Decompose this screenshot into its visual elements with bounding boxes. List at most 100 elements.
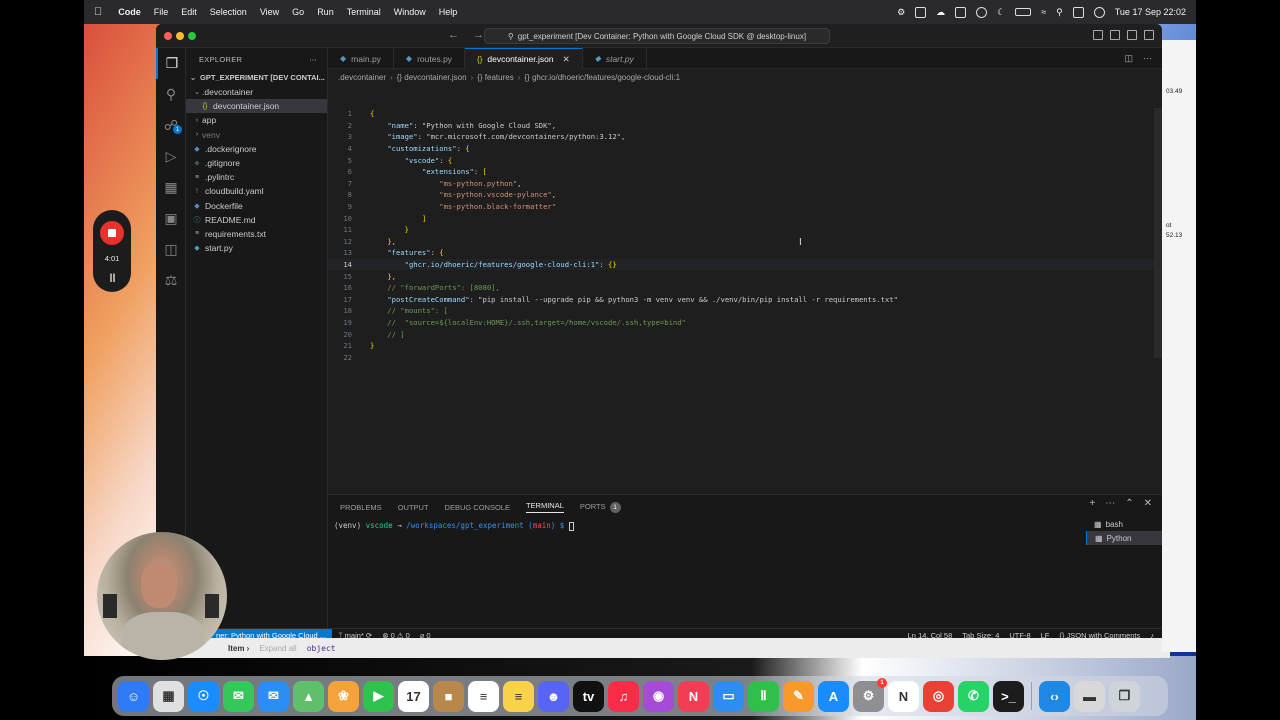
more-actions-icon[interactable]: ⋯	[1105, 498, 1115, 509]
tree-file-dockerfile[interactable]: ◆ Dockerfile	[186, 199, 327, 213]
code-line[interactable]: 11 }	[328, 224, 1162, 236]
toggle-secondary-sidebar-icon[interactable]	[1127, 30, 1137, 40]
tab-terminal[interactable]: TERMINAL	[525, 501, 564, 513]
dropbox-status-icon[interactable]	[915, 6, 927, 18]
menu-app-name[interactable]: Code	[118, 7, 141, 17]
tree-file-cloudbuild[interactable]: ! cloudbuild.yaml	[186, 184, 327, 198]
back-arrow-icon[interactable]: ←	[448, 29, 459, 41]
cloud-status-icon[interactable]: ☁	[936, 7, 945, 18]
tab-start-py[interactable]: ◆ start.py	[583, 48, 647, 69]
close-tab-icon[interactable]: ✕	[563, 54, 570, 65]
dock-terminal-icon[interactable]: >_	[993, 680, 1024, 712]
dock-safari-icon[interactable]: ☉	[188, 680, 219, 712]
code-editor[interactable]: 1{2 "name": "Python with Google Cloud SD…	[328, 108, 1162, 363]
code-line[interactable]: 19 // "source=${localEnv:HOME}/.ssh,targ…	[328, 317, 1162, 329]
containers-icon[interactable]: ◫	[156, 234, 186, 265]
tree-file-start-py[interactable]: ◆ start.py	[186, 241, 327, 255]
dock-launchpad-icon[interactable]: ▦	[153, 680, 184, 712]
dock-scanner-icon[interactable]: ▬	[1074, 680, 1105, 712]
dock-app-store-icon[interactable]: A	[818, 680, 849, 712]
clock[interactable]: Tue 17 Sep 22:02	[1115, 7, 1186, 17]
tree-file-requirements[interactable]: ≡ requirements.txt	[186, 227, 327, 241]
dock-mail-icon[interactable]: ✉	[258, 680, 289, 712]
menu-file[interactable]: File	[154, 7, 169, 17]
customize-layout-icon[interactable]	[1144, 30, 1154, 40]
user-icon[interactable]	[1093, 6, 1105, 18]
tab-debug-console[interactable]: DEBUG CONSOLE	[445, 503, 510, 512]
extensions-icon[interactable]: ▦	[156, 172, 186, 203]
code-line[interactable]: 3 "image": "mcr.microsoft.com/devcontain…	[328, 131, 1162, 143]
dock-messages-icon[interactable]: ✉	[223, 680, 254, 712]
source-control-icon[interactable]: ☍ 1	[156, 110, 186, 141]
forward-arrow-icon[interactable]: →	[473, 29, 484, 41]
dock-pages-icon[interactable]: ✎	[783, 680, 814, 712]
split-editor-icon[interactable]: ◫	[1124, 53, 1133, 64]
menu-edit[interactable]: Edit	[181, 7, 197, 17]
dock-reminders-icon[interactable]: ≡	[468, 680, 499, 712]
code-line[interactable]: 17 "postCreateCommand": "pip install --u…	[328, 294, 1162, 306]
dock-music-icon[interactable]: ♫	[608, 680, 639, 712]
tree-file-gitignore[interactable]: ◆ .gitignore	[186, 156, 327, 170]
dock-apple-tv-icon[interactable]: tv	[573, 680, 604, 712]
battery-icon[interactable]	[1015, 8, 1032, 16]
dock-trash-icon[interactable]: ❒	[1109, 680, 1140, 712]
dock-podcasts-icon[interactable]: ◉	[643, 680, 674, 712]
dock-system-settings-icon[interactable]: ⚙ 1	[853, 677, 887, 712]
code-line[interactable]: 7 "ms-python.python",	[328, 178, 1162, 190]
terminal-item-python[interactable]: ▦ Python	[1086, 531, 1162, 545]
dock-notes-icon[interactable]: ≡	[503, 680, 534, 712]
dock-notes-brown-icon[interactable]: ■	[433, 680, 464, 712]
remote-explorer-icon[interactable]: ▣	[156, 203, 186, 234]
tab-devcontainer-json[interactable]: {} devcontainer.json ✕	[465, 48, 583, 69]
dock-discord-icon[interactable]: ☻	[538, 680, 569, 712]
more-actions-icon[interactable]: ⋯	[309, 55, 317, 64]
dock-news-icon[interactable]: N	[678, 680, 709, 712]
tab-problems[interactable]: PROBLEMS	[340, 503, 382, 512]
menu-terminal[interactable]: Terminal	[347, 7, 381, 17]
code-line[interactable]: 14 "ghcr.io/dhoeric/features/google-clou…	[328, 258, 1162, 271]
code-line[interactable]: 2 "name": "Python with Google Cloud SDK"…	[328, 120, 1162, 132]
breadcrumb-item[interactable]: {} ghcr.io/dhoeric/features/google-cloud…	[524, 73, 680, 82]
command-center[interactable]: ⚲ gpt_experiment [Dev Container: Python …	[484, 28, 830, 44]
workspace-root[interactable]: ⌄ GPT_EXPERIMENT [DEV CONTAI...	[186, 70, 327, 85]
search-view-icon[interactable]: ⚲	[156, 79, 186, 110]
dock-whatsapp-icon[interactable]: ✆	[958, 680, 989, 712]
notion-status-icon[interactable]	[955, 6, 967, 18]
code-line[interactable]: 9 "ms-python.black-formatter"	[328, 201, 1162, 213]
dock-maps-icon[interactable]: ▲	[293, 680, 324, 712]
tree-folder-app[interactable]: › app	[186, 113, 327, 127]
wifi-icon[interactable]: ≈	[1041, 7, 1046, 17]
dock-chrome-icon[interactable]: ◎	[923, 680, 954, 712]
code-line[interactable]: 15 },	[328, 270, 1162, 282]
dock-notion-icon[interactable]: N	[888, 680, 919, 712]
menu-help[interactable]: Help	[439, 7, 458, 17]
menu-go[interactable]: Go	[292, 7, 304, 17]
explorer-icon[interactable]: ❐	[156, 48, 186, 79]
dock-calendar-icon[interactable]: 17	[398, 680, 429, 712]
close-window-button[interactable]	[164, 32, 172, 40]
tab-routes-py[interactable]: ◆ routes.py	[394, 48, 466, 69]
code-line[interactable]: 12 },	[328, 236, 1162, 248]
moon-icon[interactable]: ☾	[997, 7, 1005, 18]
toggle-panel-icon[interactable]	[1110, 30, 1120, 40]
code-line[interactable]: 1{	[328, 108, 1162, 120]
tree-file-dockerignore[interactable]: ◆ .dockerignore	[186, 142, 327, 156]
dock-finder-icon[interactable]: ☺	[118, 680, 149, 712]
menu-run[interactable]: Run	[317, 7, 334, 17]
tree-file-readme[interactable]: ⓘ README.md	[186, 213, 327, 227]
code-line[interactable]: 8 "ms-python.vscode-pylance",	[328, 189, 1162, 201]
menu-view[interactable]: View	[260, 7, 279, 17]
code-line[interactable]: 4 "customizations": {	[328, 143, 1162, 155]
apple-icon[interactable]: 	[94, 6, 102, 18]
code-line[interactable]: 6 "extensions": [	[328, 166, 1162, 178]
dock-numbers-icon[interactable]: Ⅱ	[748, 680, 779, 712]
code-line[interactable]: 18 // "mounts": [	[328, 305, 1162, 317]
tab-output[interactable]: OUTPUT	[398, 503, 429, 512]
more-actions-icon[interactable]: ⋯	[1143, 53, 1152, 64]
code-line[interactable]: 16 // "forwardPorts": [8080],	[328, 282, 1162, 294]
code-line[interactable]: 20 // ]	[328, 328, 1162, 340]
editor-scrollbar[interactable]	[1154, 108, 1162, 358]
new-terminal-icon[interactable]: +	[1089, 498, 1095, 509]
dock-facetime-icon[interactable]: ▶	[363, 680, 394, 712]
tree-folder-devcontainer[interactable]: ⌄ .devcontainer	[186, 85, 327, 99]
